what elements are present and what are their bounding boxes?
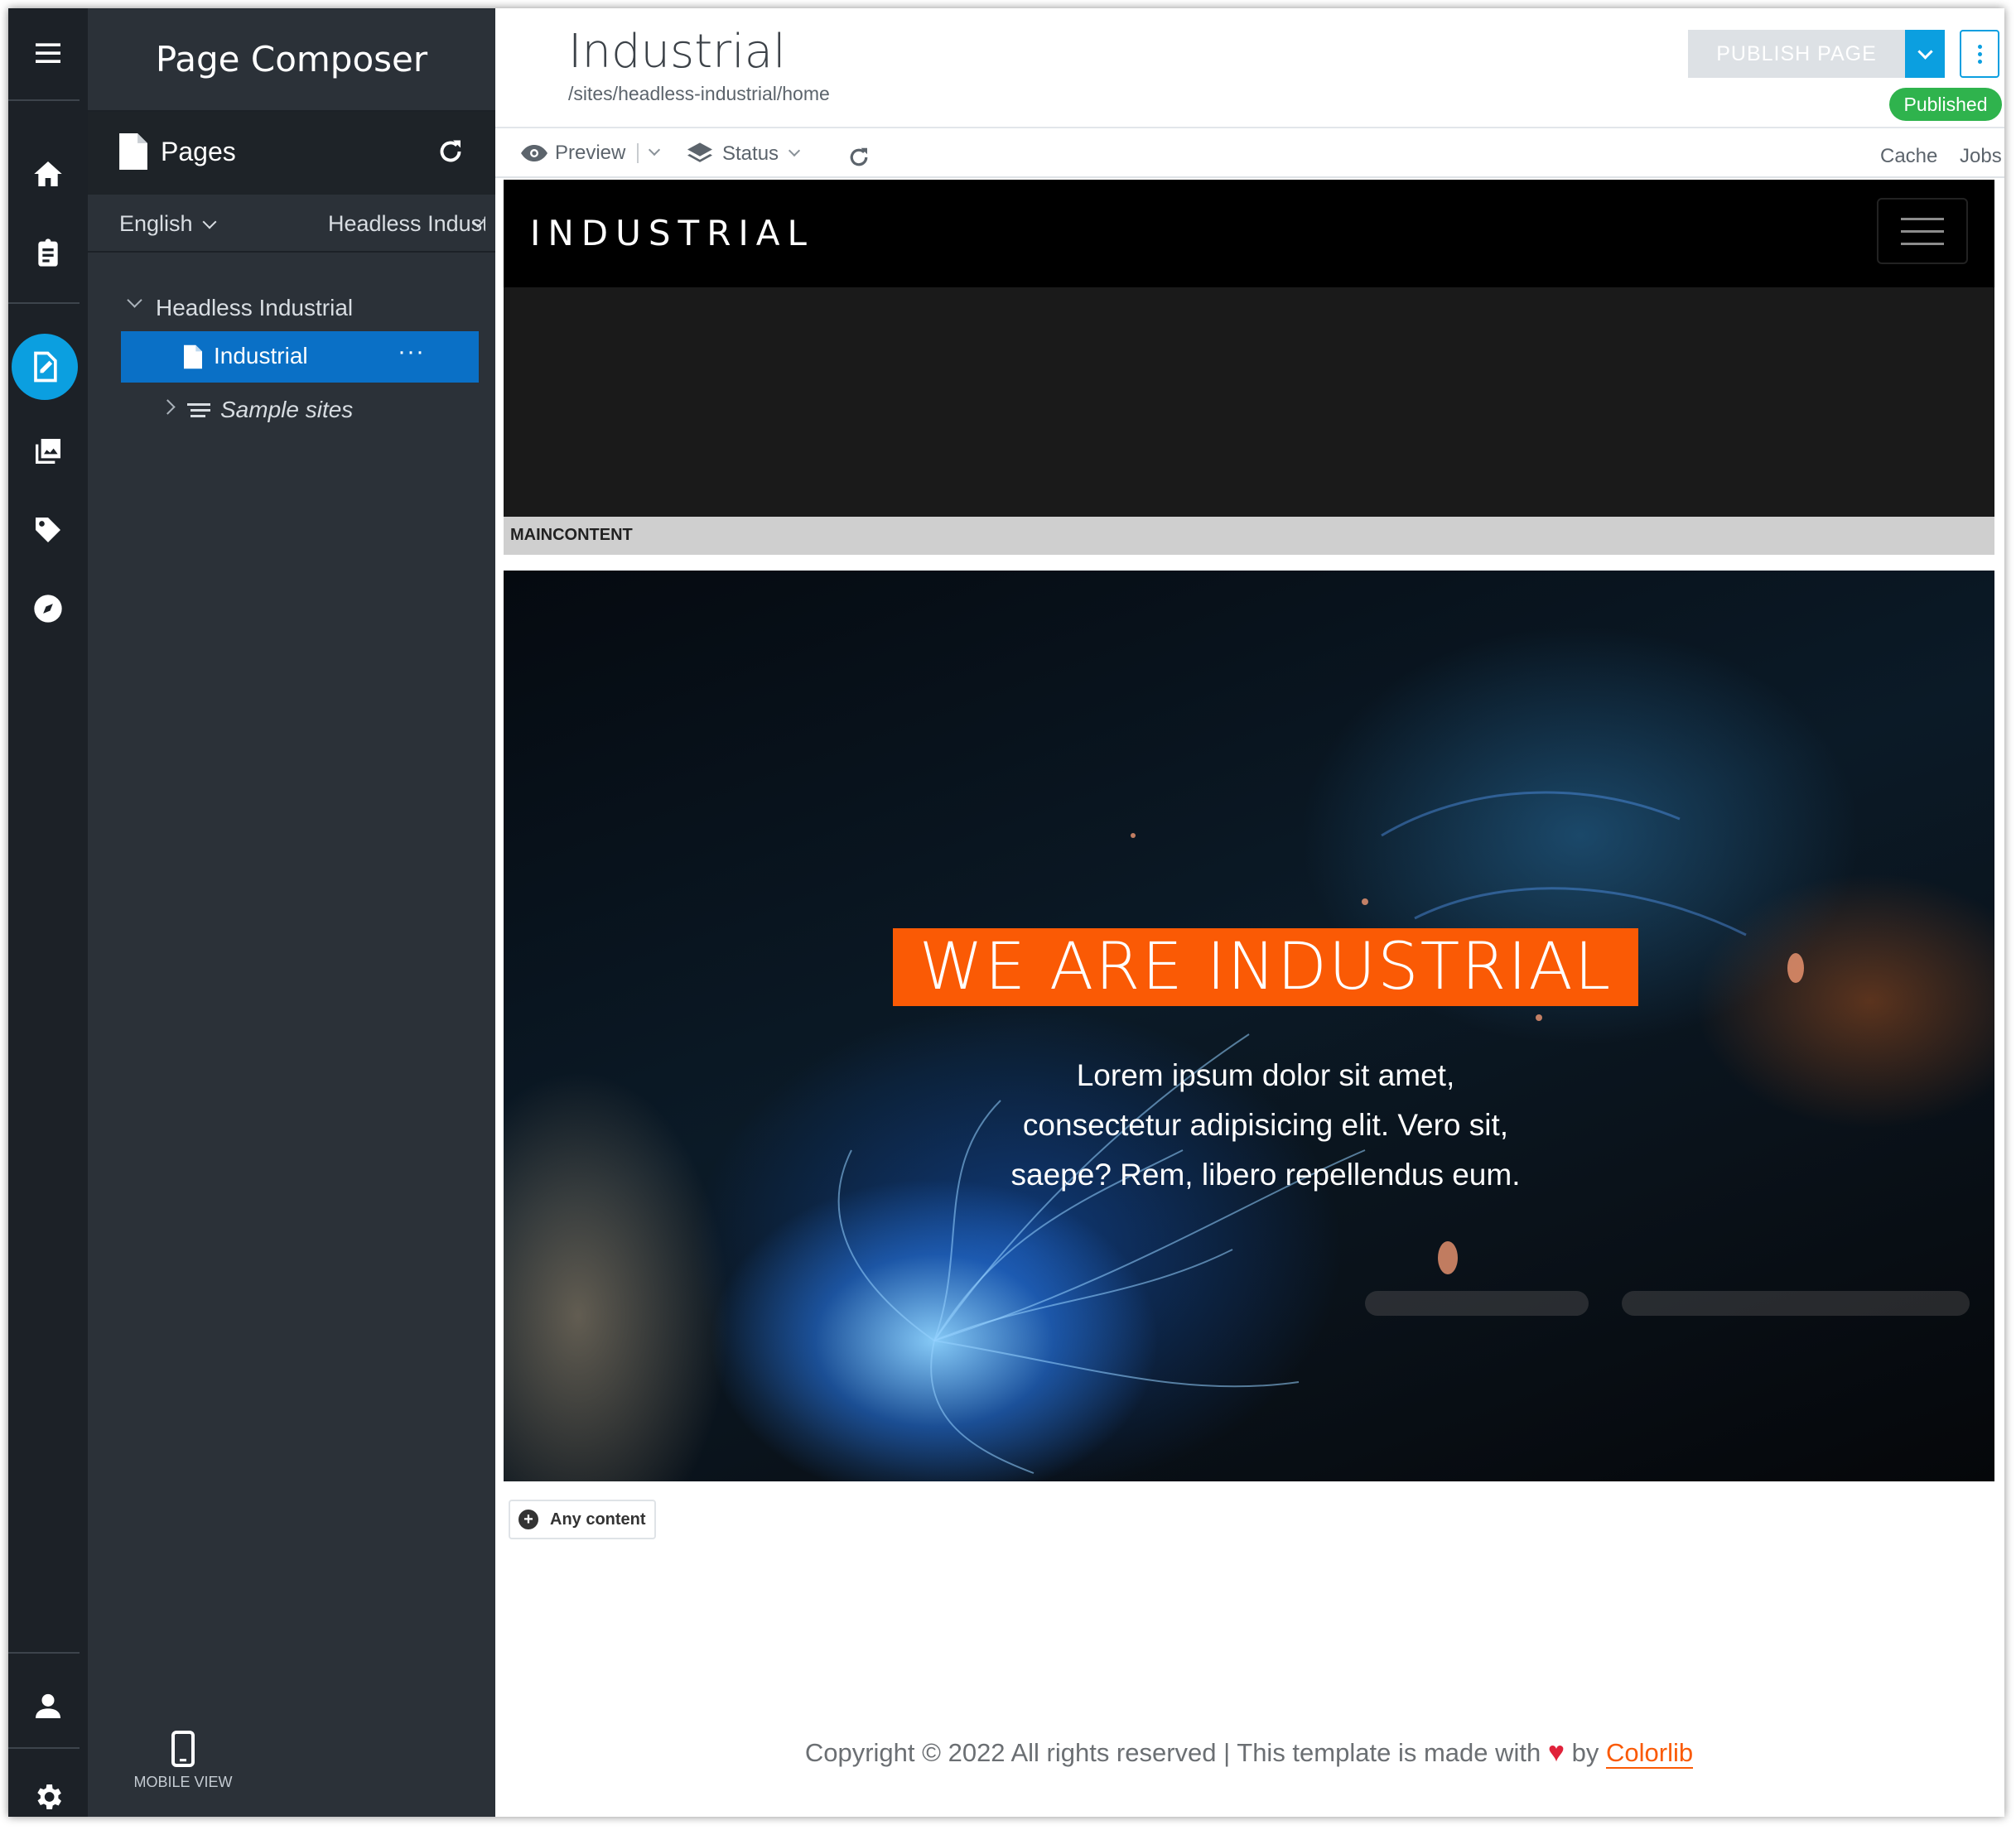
footer-by: by xyxy=(1571,1738,1599,1767)
gear-icon[interactable] xyxy=(8,1764,88,1817)
chevron-down-icon xyxy=(788,144,801,157)
chevron-down-icon xyxy=(202,214,217,229)
mobile-icon xyxy=(171,1731,195,1767)
page-title: Industrial xyxy=(568,25,786,79)
mobile-view-toggle[interactable]: MOBILE VIEW xyxy=(88,1731,278,1805)
tree-item-sample-sites[interactable]: Sample sites xyxy=(88,385,495,436)
any-content-button[interactable]: + Any content xyxy=(509,1500,656,1539)
preview-label: Preview xyxy=(555,142,626,164)
filter-bar: English Headless Industrial xyxy=(88,195,495,253)
publish-options-button[interactable] xyxy=(1905,30,1945,78)
site-navbar: INDUSTRIAL xyxy=(504,180,1994,287)
site-select[interactable]: Headless Industrial xyxy=(328,211,485,237)
plus-icon: + xyxy=(518,1510,538,1529)
jobs-link[interactable]: Jobs xyxy=(1960,145,2002,168)
header-area xyxy=(504,287,1994,517)
hero-banner[interactable]: WE ARE INDUSTRIAL Lorem ipsum dolor sit … xyxy=(504,571,1994,1481)
heart-icon: ♥ xyxy=(1547,1736,1565,1768)
hamburger-menu-icon[interactable] xyxy=(1877,198,1968,264)
app-title: Page Composer xyxy=(88,8,495,112)
tree-item-label: Headless Industrial xyxy=(156,295,354,320)
cache-link[interactable]: Cache xyxy=(1880,145,1937,168)
eye-icon xyxy=(521,145,547,161)
tree-item-headless-industrial[interactable]: Headless Industrial xyxy=(88,282,495,333)
expand-chevron-icon[interactable] xyxy=(127,292,142,308)
status-label: Status xyxy=(722,142,779,165)
tag-icon[interactable] xyxy=(8,497,88,563)
clipboard-icon[interactable] xyxy=(8,219,88,286)
gallery-icon[interactable] xyxy=(8,418,88,484)
preview-dropdown[interactable]: Preview xyxy=(520,142,661,165)
composer-toolbar: Preview Status Cache Jobs xyxy=(495,128,2004,178)
icon-rail xyxy=(8,8,88,1817)
page-icon xyxy=(184,344,202,369)
status-badge: Published xyxy=(1889,88,2002,121)
status-dropdown[interactable]: Status xyxy=(686,142,801,166)
tree-item-label: Industrial xyxy=(214,343,308,368)
more-actions-button[interactable]: ··· xyxy=(398,338,425,366)
site-brand[interactable]: INDUSTRIAL xyxy=(530,213,814,253)
site-footer: Copyright © 2022 All rights reserved | T… xyxy=(504,1736,1994,1769)
area-label-bar: MAINCONTENT xyxy=(504,517,1994,555)
chevron-down-icon xyxy=(649,143,661,157)
compass-icon[interactable] xyxy=(8,575,88,642)
tree-item-industrial[interactable]: Industrial ··· xyxy=(88,331,495,383)
user-icon[interactable] xyxy=(8,1673,88,1739)
chevron-down-icon xyxy=(1917,43,1933,60)
collapse-chevron-icon[interactable] xyxy=(160,399,176,415)
footer-text: Copyright © 2022 All rights reserved | T… xyxy=(804,1738,1541,1767)
pages-label: Pages xyxy=(161,137,236,166)
hero-description: Lorem ipsum dolor sit amet, consectetur … xyxy=(918,1051,1613,1200)
page-header: Industrial /sites/headless-industrial/ho… xyxy=(495,8,2004,128)
hero-line: saepe? Rem, libero repellendus eum. xyxy=(1010,1158,1521,1192)
menu-icon[interactable] xyxy=(8,20,88,86)
language-value: English xyxy=(119,211,193,236)
more-options-button[interactable] xyxy=(1960,30,1999,78)
refresh-icon[interactable] xyxy=(846,145,871,170)
colorlib-link[interactable]: Colorlib xyxy=(1606,1738,1694,1769)
document-icon xyxy=(119,133,147,170)
page-path: /sites/headless-industrial/home xyxy=(568,83,830,104)
rail-divider xyxy=(8,302,80,304)
page-preview: INDUSTRIAL MAINCONTENT WE ARE INDUSTRIAL… xyxy=(504,180,1994,1817)
site-value: Headless Industrial xyxy=(328,211,485,236)
mobile-view-label: MOBILE VIEW xyxy=(133,1774,233,1790)
layers-icon xyxy=(687,142,712,162)
any-content-label: Any content xyxy=(550,1510,646,1529)
refresh-icon[interactable] xyxy=(436,137,465,166)
home-icon[interactable] xyxy=(8,141,88,207)
tree-item-label: Sample sites xyxy=(220,397,354,422)
page-composer-icon[interactable] xyxy=(12,334,78,400)
hero-title: WE ARE INDUSTRIAL xyxy=(893,928,1638,1006)
hero-line: Lorem ipsum dolor sit amet, xyxy=(1076,1058,1455,1092)
rail-divider xyxy=(8,1747,80,1749)
pages-header: Pages xyxy=(88,112,495,195)
welding-image xyxy=(837,791,1970,1474)
publish-page-button[interactable]: PUBLISH PAGE xyxy=(1688,30,1905,78)
sidebar: Page Composer Pages English Headless Ind… xyxy=(88,8,495,1817)
hero-line: consectetur adipisicing elit. Vero sit, xyxy=(1022,1108,1509,1142)
app-window: Page Composer Pages English Headless Ind… xyxy=(8,8,2004,1817)
language-select[interactable]: English xyxy=(119,211,217,237)
rail-divider xyxy=(8,99,80,101)
rail-divider xyxy=(8,1652,80,1654)
list-icon xyxy=(187,403,210,417)
